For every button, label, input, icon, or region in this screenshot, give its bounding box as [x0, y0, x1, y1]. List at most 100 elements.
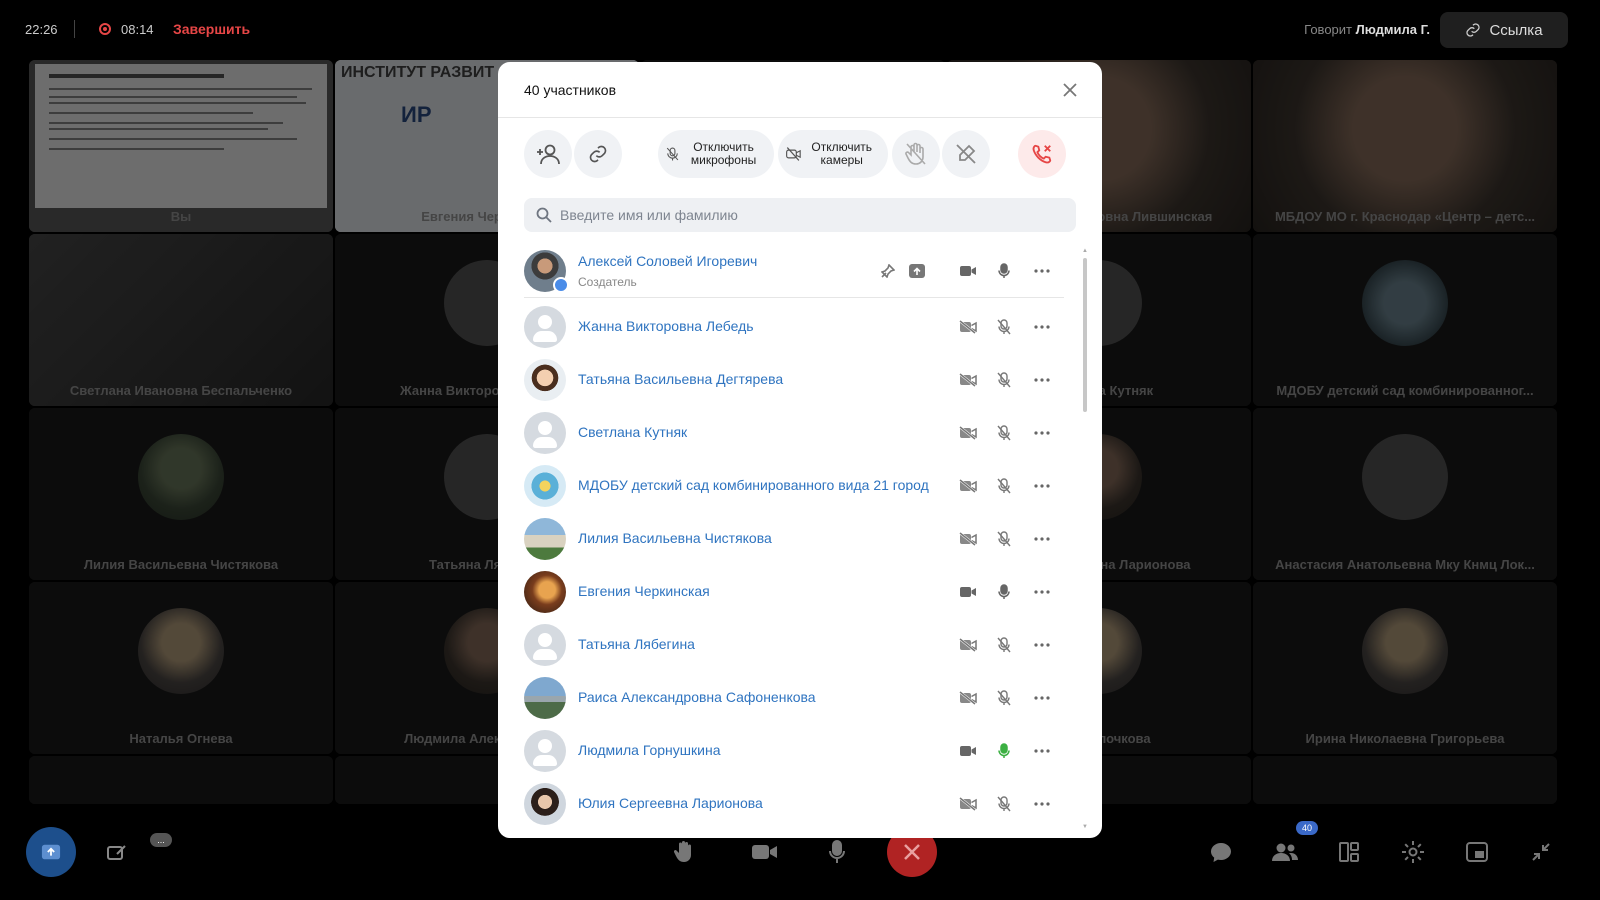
- disable-all-cams-button[interactable]: Отключить камеры: [778, 130, 888, 178]
- camera-icon[interactable]: [958, 741, 978, 761]
- screen-share-button[interactable]: [26, 827, 76, 877]
- microphone-off-icon[interactable]: [994, 794, 1014, 814]
- participant-row[interactable]: Раиса Александровна Сафоненкова: [524, 671, 1064, 725]
- avatar: [524, 359, 566, 401]
- microphone-off-icon[interactable]: [994, 317, 1014, 337]
- more-options-icon[interactable]: [1032, 529, 1052, 549]
- chat-button[interactable]: [1196, 827, 1246, 877]
- participant-row[interactable]: МДОБУ детский сад комбинированного вида …: [524, 459, 1064, 513]
- clock: 22:26: [25, 22, 58, 37]
- camera-off-icon[interactable]: [958, 794, 978, 814]
- video-tile[interactable]: Наталья Огнева: [29, 582, 333, 754]
- participant-row[interactable]: Лилия Васильевна Чистякова: [524, 512, 1064, 566]
- participants-button[interactable]: 40: [1260, 821, 1318, 877]
- more-options-icon[interactable]: [1032, 423, 1052, 443]
- video-tile[interactable]: Светлана Ивановна Беспальченко: [29, 234, 333, 406]
- video-tile[interactable]: Анастасия Анатольевна Мку Кнмц Лок...: [1253, 408, 1557, 580]
- scroll-up-arrow[interactable]: ▲: [1082, 248, 1088, 254]
- camera-icon[interactable]: [958, 261, 978, 281]
- participant-name[interactable]: Юлия Сергеевна Ларионова: [578, 795, 763, 811]
- whiteboard-button[interactable]: ...: [92, 827, 172, 877]
- add-participant-button[interactable]: [524, 130, 572, 178]
- microphone-off-icon[interactable]: [994, 423, 1014, 443]
- more-options-icon[interactable]: [1032, 476, 1052, 496]
- participant-name[interactable]: Людмила Горнушкина: [578, 742, 720, 758]
- participant-name[interactable]: Татьяна Васильевна Дегтярева: [578, 371, 783, 387]
- camera-off-icon[interactable]: [958, 317, 978, 337]
- participant-row[interactable]: Юлия Сергеевна Ларионова: [524, 777, 1064, 831]
- participant-name[interactable]: Жанна Викторовна Лебедь: [578, 318, 754, 334]
- participant-name[interactable]: Алексей Соловей Игоревич: [578, 253, 757, 269]
- more-options-icon[interactable]: [1032, 635, 1052, 655]
- participant-row[interactable]: Татьяна Васильевна Дегтярева: [524, 353, 1064, 407]
- screen-share-icon: [907, 261, 927, 281]
- camera-off-icon[interactable]: [958, 476, 978, 496]
- camera-off-icon[interactable]: [958, 688, 978, 708]
- video-tile[interactable]: МБДОУ МО г. Краснодар «Центр – детс...: [1253, 60, 1557, 232]
- participant-row[interactable]: Светлана Кутняк: [524, 406, 1064, 460]
- participant-row[interactable]: Татьяна Лябегина: [524, 618, 1064, 672]
- microphone-icon[interactable]: [994, 582, 1014, 602]
- more-options-icon[interactable]: [1032, 370, 1052, 390]
- disable-screen-share-button[interactable]: [942, 130, 990, 178]
- more-options-icon[interactable]: [1032, 317, 1052, 337]
- camera-icon[interactable]: [958, 582, 978, 602]
- participant-name[interactable]: Евгения Черкинская: [578, 583, 710, 599]
- end-call-for-all-button[interactable]: [1018, 130, 1066, 178]
- video-tile[interactable]: МДОБУ детский сад комбинированног...: [1253, 234, 1557, 406]
- camera-off-icon[interactable]: [958, 423, 978, 443]
- microphone-off-icon[interactable]: [994, 688, 1014, 708]
- link-label: Ссылка: [1489, 21, 1543, 39]
- copy-link-button[interactable]: Ссылка: [1440, 12, 1568, 48]
- camera-off-icon[interactable]: [958, 370, 978, 390]
- more-options-icon[interactable]: [1032, 688, 1052, 708]
- camera-off-icon[interactable]: [958, 529, 978, 549]
- microphone-icon[interactable]: [994, 741, 1014, 761]
- layout-button[interactable]: [1324, 827, 1374, 877]
- camera-off-icon[interactable]: [958, 635, 978, 655]
- avatar: [1362, 260, 1448, 346]
- speaking-name: Людмила Г.: [1355, 22, 1430, 37]
- avatar: [1362, 608, 1448, 694]
- video-tile[interactable]: Лилия Васильевна Чистякова: [29, 408, 333, 580]
- microphone-off-icon[interactable]: [994, 476, 1014, 496]
- microphone-off-icon[interactable]: [994, 529, 1014, 549]
- overlay: [29, 756, 333, 804]
- pip-button[interactable]: [1452, 827, 1502, 877]
- participant-name[interactable]: МДОБУ детский сад комбинированного вида …: [578, 477, 929, 493]
- stop-recording-button[interactable]: Завершить: [173, 21, 250, 37]
- video-tile[interactable]: Ирина Николаевна Григорьева: [1253, 582, 1557, 754]
- video-tile[interactable]: [1253, 756, 1557, 804]
- microphone-off-icon[interactable]: [994, 370, 1014, 390]
- mute-all-mics-button[interactable]: Отключить микрофоны: [658, 130, 774, 178]
- participant-row[interactable]: Жанна Викторовна Лебедь: [524, 300, 1064, 354]
- avatar: [524, 412, 566, 454]
- scroll-down-arrow[interactable]: ▼: [1082, 824, 1088, 830]
- more-options-icon[interactable]: [1032, 261, 1052, 281]
- search-input[interactable]: [560, 198, 1060, 232]
- scroll-thumb[interactable]: [1083, 258, 1087, 412]
- microphone-off-icon[interactable]: [994, 635, 1014, 655]
- fullscreen-exit-button[interactable]: [1516, 827, 1566, 877]
- video-tile[interactable]: [29, 756, 333, 804]
- participant-name[interactable]: Татьяна Лябегина: [578, 636, 695, 652]
- scrollbar[interactable]: ▲ ▼: [1082, 248, 1088, 830]
- participant-name[interactable]: Раиса Александровна Сафоненкова: [578, 689, 816, 705]
- divider: [74, 20, 75, 38]
- copy-invite-link-button[interactable]: [574, 130, 622, 178]
- participant-row[interactable]: Евгения Черкинская: [524, 565, 1064, 619]
- more-options-icon[interactable]: [1032, 741, 1052, 761]
- video-tile[interactable]: Вы: [29, 60, 333, 232]
- more-options-icon[interactable]: [1032, 794, 1052, 814]
- participant-row[interactable]: Людмила Горнушкина: [524, 724, 1064, 778]
- more-options-icon[interactable]: [1032, 582, 1052, 602]
- settings-button[interactable]: [1388, 827, 1438, 877]
- camera-off-icon: [786, 147, 801, 161]
- pin-icon[interactable]: [878, 261, 898, 281]
- participant-name[interactable]: Лилия Васильевна Чистякова: [578, 530, 772, 546]
- lower-all-hands-button[interactable]: [892, 130, 940, 178]
- participant-row[interactable]: Алексей Соловей Игоревич Создатель: [524, 244, 1064, 298]
- microphone-icon[interactable]: [994, 261, 1014, 281]
- close-dialog-button[interactable]: [1058, 78, 1082, 102]
- participant-name[interactable]: Светлана Кутняк: [578, 424, 687, 440]
